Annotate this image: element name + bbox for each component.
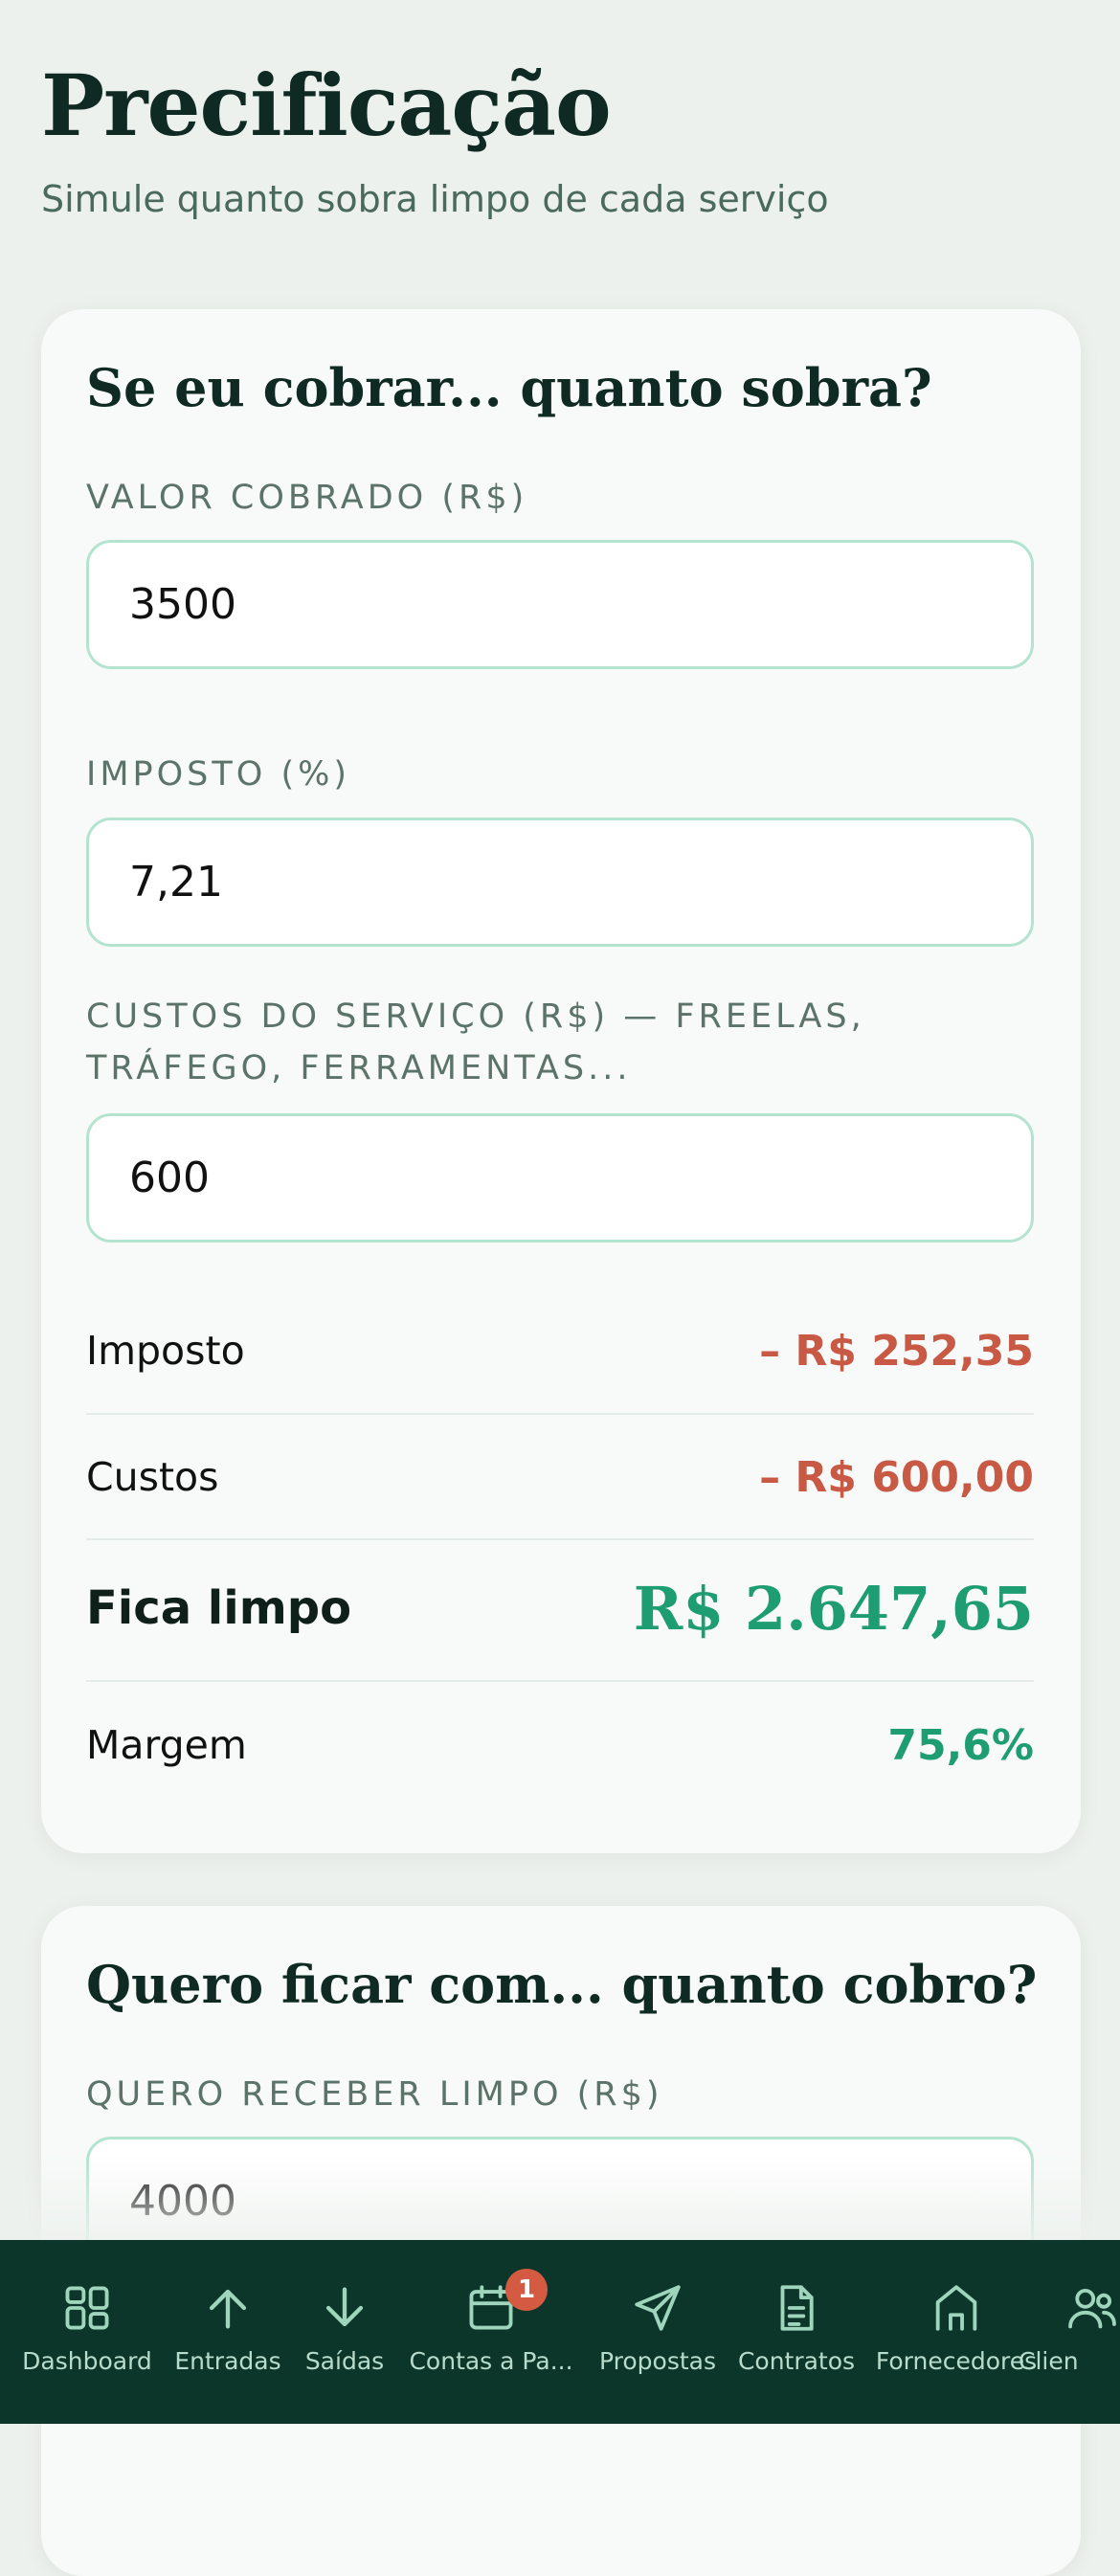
charged-value-input[interactable]: 3500 [86,540,1034,669]
divider [86,1413,1034,1415]
margin-result-row: Margem 75,6% [86,1712,1034,1779]
nav-label: Clien [1019,2347,1079,2375]
nav-label: Contas a Pa... [409,2347,573,2375]
tax-result-row: Imposto – R$ 252,35 [86,1317,1034,1384]
margin-result-value: 75,6% [887,1720,1034,1770]
net-result-value: R$ 2.647,65 [633,1573,1034,1644]
document-icon [769,2280,824,2336]
charged-value-label: VALOR COBRADO (R$) [86,479,528,517]
dashboard-grid-icon [59,2280,115,2336]
net-result-label: Fica limpo [86,1581,352,1635]
card-title: Quero ficar com... quanto cobro? [86,1954,1038,2015]
nav-item-fornecedores[interactable]: Fornecedores [875,2280,1038,2386]
net-result-row: Fica limpo R$ 2.647,65 [86,1565,1034,1651]
nav-item-contratos[interactable]: Contratos [715,2280,878,2386]
nav-label: Saídas [304,2347,385,2375]
service-costs-input[interactable]: 600 [86,1113,1034,1243]
page-title: Precificação [41,56,612,155]
divider [86,1538,1034,1540]
users-icon [1064,2280,1120,2336]
nav-item-dashboard[interactable]: Dashboard [6,2280,168,2386]
tax-label: IMPOSTO (%) [86,755,351,794]
margin-result-label: Margem [86,1722,247,1768]
nav-label: Contratos [737,2347,856,2375]
tax-result-value: – R$ 252,35 [759,1326,1034,1376]
arrow-down-icon [317,2280,372,2336]
nav-label: Propostas [599,2347,716,2375]
costs-result-label: Custos [86,1454,219,1500]
nav-label: Dashboard [22,2347,152,2375]
desired-net-label: QUERO RECEBER LIMPO (R$) [86,2075,663,2114]
nav-item-contas-a-pagar[interactable]: 1 Contas a Pa... [409,2269,573,2386]
price-simulator-card: Se eu cobrar... quanto sobra? VALOR COBR… [41,309,1081,1853]
nav-item-saidas[interactable]: Saídas [263,2280,426,2386]
page-subtitle: Simule quanto sobra limpo de cada serviç… [41,178,829,220]
send-icon [630,2280,685,2336]
nav-label: Fornecedores [875,2347,1038,2375]
costs-result-row: Custos – R$ 600,00 [86,1444,1034,1511]
store-icon [929,2280,984,2336]
tax-result-label: Imposto [86,1328,245,1374]
costs-result-value: – R$ 600,00 [759,1452,1034,1502]
tax-input[interactable]: 7,21 [86,818,1034,947]
notification-badge: 1 [505,2269,548,2311]
service-costs-label: CUSTOS DO SERVIÇO (R$) — FREELAS, TRÁFEG… [86,997,865,1087]
nav-item-clientes[interactable]: Clien [1019,2280,1120,2386]
divider [86,1680,1034,1682]
card-title: Se eu cobrar... quanto sobra? [86,357,932,418]
bottom-nav: Dashboard Entradas Saídas 1 Contas a Pa.… [0,2240,1120,2424]
arrow-up-icon [200,2280,256,2336]
